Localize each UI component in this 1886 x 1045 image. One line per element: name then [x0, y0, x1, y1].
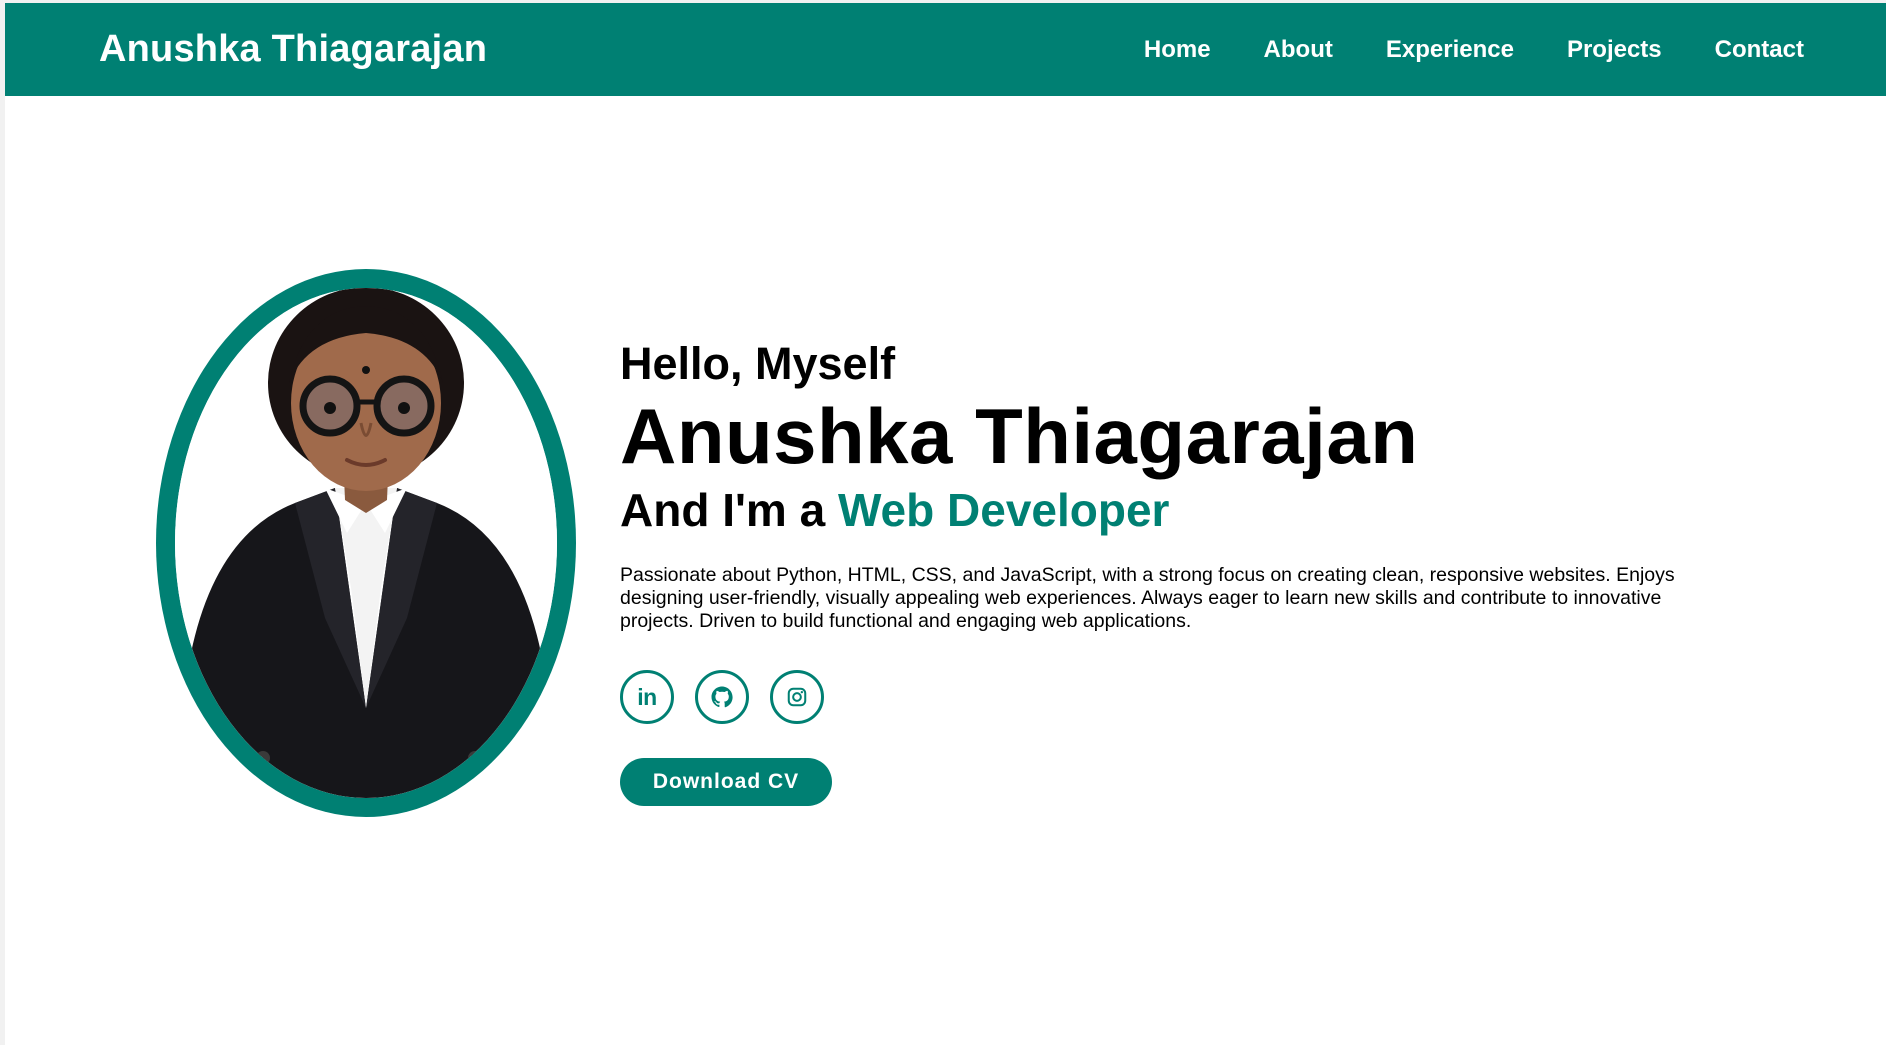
- nav-link-projects[interactable]: Projects: [1567, 36, 1662, 64]
- nav-link-contact[interactable]: Contact: [1715, 36, 1804, 64]
- hero-role: Web Developer: [837, 484, 1170, 536]
- page: Anushka Thiagarajan Home About Experienc…: [0, 0, 1886, 1045]
- nav-link-experience[interactable]: Experience: [1386, 36, 1514, 64]
- hero-role-prefix: And I'm a: [620, 484, 838, 536]
- navbar: Anushka Thiagarajan Home About Experienc…: [5, 3, 1886, 96]
- profile-photo-frame: [156, 269, 576, 817]
- instagram-link[interactable]: [770, 670, 824, 724]
- social-links: in: [620, 670, 1750, 724]
- hero-name: Anushka Thiagarajan: [620, 392, 1419, 480]
- nav-link-home[interactable]: Home: [1144, 36, 1211, 64]
- window-edge: [0, 0, 5, 1045]
- linkedin-icon: in: [637, 683, 657, 710]
- hero-role-line: And I'm a Web Developer: [620, 480, 1750, 540]
- github-icon: [711, 686, 733, 708]
- nav-links: Home About Experience Projects Contact: [1144, 36, 1804, 64]
- instagram-icon: [787, 687, 807, 707]
- profile-photo: [175, 288, 557, 798]
- linkedin-link[interactable]: in: [620, 670, 674, 724]
- brand-logo-text[interactable]: Anushka Thiagarajan: [99, 28, 487, 71]
- github-link[interactable]: [695, 670, 749, 724]
- profile-photo-illustration: [175, 288, 557, 798]
- hero-bio: Passionate about Python, HTML, CSS, and …: [620, 564, 1675, 632]
- download-cv-button[interactable]: Download CV: [620, 758, 832, 806]
- hero-section: Hello, Myself Anushka Thiagarajan And I'…: [620, 336, 1750, 806]
- hero-greeting: Hello, Myself: [620, 338, 896, 389]
- nav-link-about[interactable]: About: [1264, 36, 1333, 64]
